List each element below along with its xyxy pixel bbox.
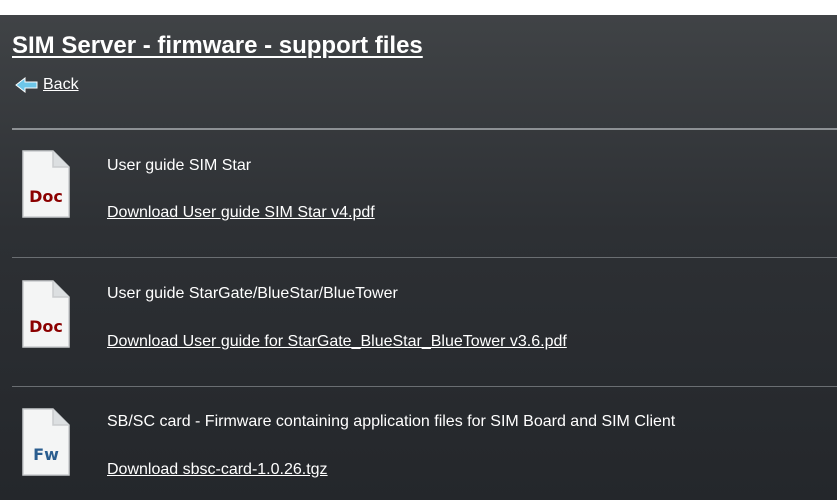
item-title: User guide SIM Star — [107, 157, 252, 174]
svg-text:Doc: Doc — [29, 317, 63, 336]
download-link[interactable]: Download sbsc-card-1.0.26.tgz — [107, 461, 328, 479]
list-item: Fw SB/SC card - Firmware containing appl… — [0, 393, 837, 500]
back-link[interactable]: Back — [15, 75, 79, 95]
firmware-panel: SIM Server - firmware - support files Ba… — [0, 15, 837, 500]
svg-text:Doc: Doc — [29, 187, 63, 206]
download-link[interactable]: Download User guide SIM Star v4.pdf — [107, 204, 375, 222]
firmware-file-icon: Fw — [20, 407, 72, 477]
back-label: Back — [43, 76, 79, 93]
doc-file-icon: Doc — [20, 279, 72, 349]
doc-file-icon: Doc — [20, 149, 72, 219]
download-link[interactable]: Download User guide for StarGate_BlueSta… — [107, 333, 567, 351]
item-title: SB/SC card - Firmware containing applica… — [107, 413, 676, 430]
list-item: Doc User guide StarGate/BlueStar/BlueTow… — [0, 265, 837, 385]
back-arrow-icon — [15, 76, 39, 94]
item-title: User guide StarGate/BlueStar/BlueTower — [107, 285, 398, 302]
list-item: Doc User guide SIM Star Download User gu… — [0, 135, 837, 255]
item-divider — [12, 386, 837, 387]
header-divider — [12, 128, 837, 130]
svg-text:Fw: Fw — [33, 445, 59, 464]
item-divider — [12, 257, 837, 258]
page-title: SIM Server - firmware - support files — [12, 32, 423, 59]
